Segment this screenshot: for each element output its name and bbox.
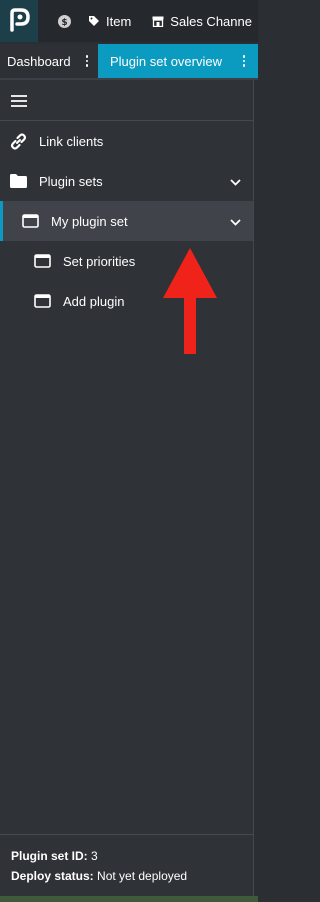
- plugin-set-id: Plugin set ID: 3: [11, 849, 98, 863]
- tab-dashboard[interactable]: Dashboard: [0, 44, 98, 78]
- more-vertical-icon[interactable]: [85, 54, 88, 68]
- storefront-icon: [152, 16, 164, 27]
- deploy-status-label: Deploy status:: [11, 869, 94, 883]
- header-nav-item-dollar[interactable]: $: [58, 0, 77, 42]
- sidebar-item-label: Add plugin: [63, 293, 125, 309]
- tab-label-plugin-set-overview: Plugin set overview: [110, 53, 222, 69]
- plugin-set-id-value: 3: [91, 849, 98, 863]
- red-arrow-up-icon: [163, 248, 217, 361]
- top-navigation-bar: $ Item Sales Channe: [0, 0, 258, 42]
- footer-divider: [0, 834, 253, 835]
- deploy-status-value: Not yet deployed: [97, 869, 188, 883]
- tag-icon: [88, 15, 100, 27]
- dollar-circle-icon: $: [58, 14, 71, 28]
- deploy-status: Deploy status: Not yet deployed: [11, 869, 187, 883]
- window-icon: [34, 254, 51, 268]
- sidebar-item-label: My plugin set: [51, 213, 128, 229]
- background-strip: [0, 896, 258, 902]
- plenty-logo-icon[interactable]: [0, 0, 38, 42]
- tab-label-dashboard: Dashboard: [7, 53, 71, 69]
- more-vertical-icon[interactable]: [242, 54, 245, 68]
- folder-icon: [9, 173, 28, 189]
- sidebar-item-label: Set priorities: [63, 253, 136, 269]
- header-nav-item-sales-channels[interactable]: Sales Channe: [152, 0, 252, 42]
- chevron-down-icon[interactable]: [230, 174, 241, 189]
- header-nav-item-item[interactable]: Item: [88, 0, 131, 42]
- plugin-set-id-label: Plugin set ID:: [11, 849, 88, 863]
- svg-text:$: $: [61, 18, 67, 28]
- sidebar-item-plugin-sets[interactable]: Plugin sets: [0, 161, 253, 201]
- sidebar-item-link-clients[interactable]: Link clients: [0, 121, 253, 161]
- window-icon: [22, 214, 39, 228]
- header-nav-label-item: Item: [106, 13, 132, 29]
- tab-plugin-set-overview[interactable]: Plugin set overview: [98, 44, 258, 78]
- sidebar-item-my-plugin-set[interactable]: My plugin set: [0, 201, 253, 241]
- chevron-down-icon[interactable]: [230, 214, 241, 229]
- tab-bar: Dashboard Plugin set overview: [0, 44, 258, 78]
- header-nav-label-sales-channels: Sales Channe: [170, 13, 252, 29]
- link-icon: [9, 132, 28, 151]
- sidebar-item-label: Link clients: [39, 133, 104, 149]
- sidebar-item-label: Plugin sets: [39, 173, 103, 189]
- sidebar: Link clients Plugin sets My plugin set S…: [0, 80, 254, 902]
- hamburger-menu-icon[interactable]: [11, 95, 27, 107]
- window-icon: [34, 294, 51, 308]
